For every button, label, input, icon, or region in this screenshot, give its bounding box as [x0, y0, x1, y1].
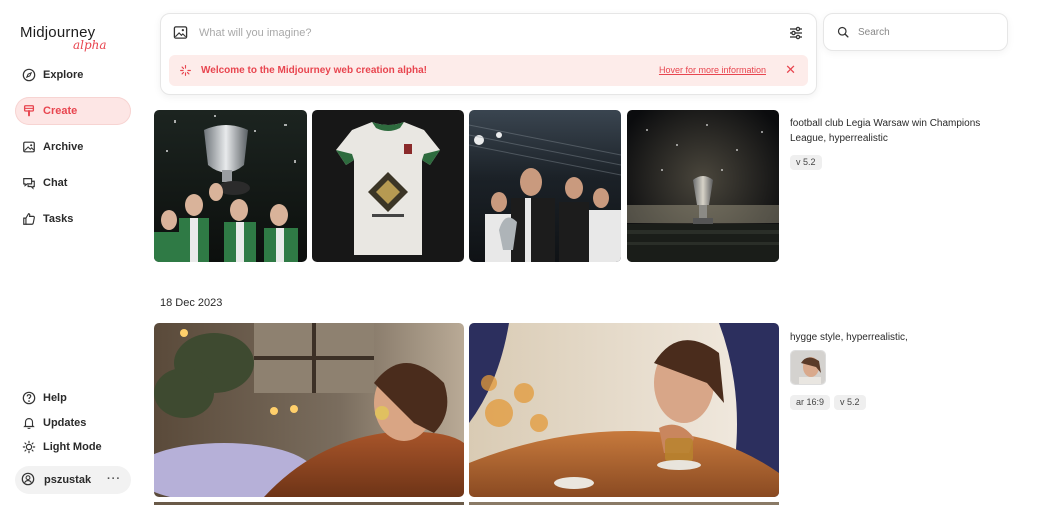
- date-header: 18 Dec 2023: [160, 297, 223, 309]
- help-icon: [21, 390, 37, 406]
- version-tag: v 5.2: [834, 395, 866, 410]
- prompt-panel: Welcome to the Midjourney web creation a…: [160, 13, 817, 95]
- compass-icon: [21, 67, 37, 83]
- footer-item-light-mode[interactable]: Light Mode: [15, 437, 102, 457]
- close-banner-button[interactable]: ✕: [785, 62, 796, 78]
- generated-image[interactable]: [154, 110, 307, 262]
- footer-label: Updates: [43, 417, 87, 429]
- more-options-button[interactable]: ···: [107, 473, 121, 485]
- generated-image[interactable]: [469, 323, 779, 497]
- sparkle-icon: [179, 64, 193, 78]
- prompt-input[interactable]: [199, 27, 759, 39]
- user-menu[interactable]: pszustak ···: [15, 466, 131, 494]
- nav-item-archive[interactable]: Archive: [15, 133, 131, 161]
- footer-label: Help: [43, 392, 67, 404]
- sun-icon: [21, 439, 37, 455]
- nav-item-explore[interactable]: Explore: [15, 61, 131, 89]
- generated-image[interactable]: [312, 110, 464, 262]
- brush-icon: [21, 103, 37, 119]
- bell-icon: [21, 415, 37, 431]
- nav-item-chat[interactable]: Chat: [15, 169, 131, 197]
- chat-icon: [21, 175, 37, 191]
- generated-image[interactable]: [154, 323, 464, 497]
- settings-sliders-icon[interactable]: [788, 25, 804, 41]
- nav-label: Chat: [43, 177, 68, 189]
- sidebar: Midjourney alpha Explore Create Archive …: [0, 0, 145, 505]
- image-prompt-reference[interactable]: [790, 350, 826, 385]
- brand-tag: alpha: [73, 38, 107, 52]
- thumbs-up-icon: [21, 211, 37, 227]
- banner-message: Welcome to the Midjourney web creation a…: [201, 65, 427, 76]
- logo[interactable]: Midjourney alpha: [20, 24, 107, 52]
- version-tag: v 5.2: [790, 155, 822, 170]
- prompt-caption[interactable]: hygge style, hyperrealistic,: [790, 330, 1005, 345]
- nav-label: Create: [43, 105, 78, 117]
- more-info-link[interactable]: Hover for more information: [659, 65, 766, 75]
- footer-label: Light Mode: [43, 441, 102, 453]
- nav-label: Explore: [43, 69, 84, 81]
- search-input[interactable]: [858, 26, 998, 38]
- generated-image[interactable]: [469, 110, 621, 262]
- user-avatar-icon: [21, 472, 37, 488]
- search-box[interactable]: [823, 13, 1008, 51]
- aspect-ratio-tag: ar 16:9: [790, 395, 831, 410]
- nav-label: Tasks: [43, 213, 74, 225]
- nav-item-tasks[interactable]: Tasks: [15, 205, 131, 233]
- prompt-caption[interactable]: football club Legia Warsaw win Champions…: [790, 116, 1005, 146]
- footer-item-help[interactable]: Help: [15, 388, 67, 408]
- prompt-row: [161, 14, 816, 52]
- welcome-banner: Welcome to the Midjourney web creation a…: [169, 55, 808, 86]
- image-prompt-icon[interactable]: [173, 25, 189, 41]
- footer-item-updates[interactable]: Updates: [15, 413, 86, 433]
- nav-label: Archive: [43, 141, 84, 153]
- search-icon: [837, 26, 850, 39]
- generated-image[interactable]: [627, 110, 779, 262]
- nav-item-create[interactable]: Create: [15, 97, 131, 125]
- username: pszustak: [44, 474, 92, 486]
- image-icon: [21, 139, 37, 155]
